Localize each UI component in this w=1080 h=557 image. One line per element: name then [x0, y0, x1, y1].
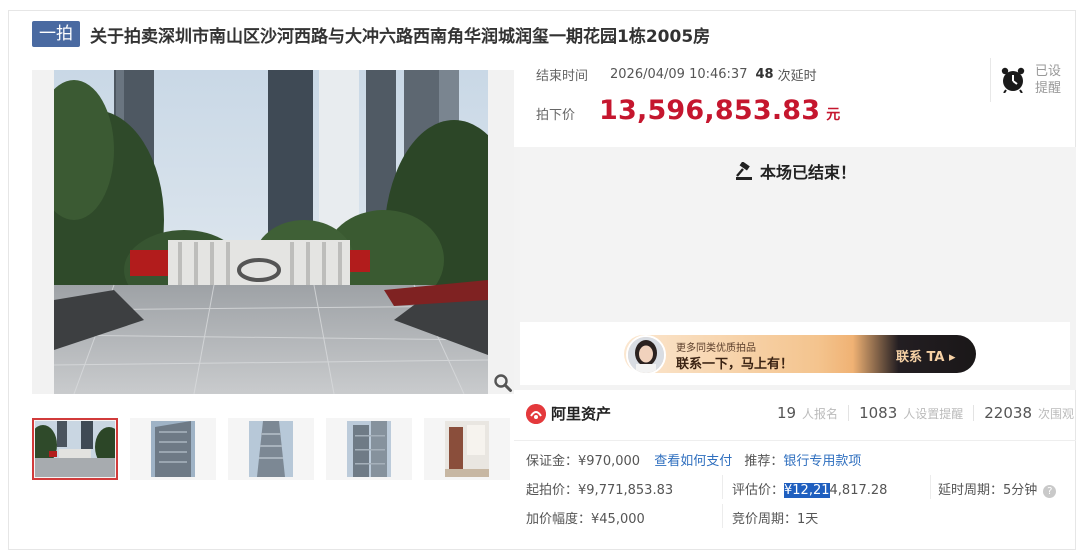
delay-label: 次延时	[777, 69, 817, 84]
stats-divider	[848, 405, 850, 421]
gavel-icon	[735, 162, 752, 180]
delay-count: 48	[755, 67, 774, 82]
thumbnail-3[interactable]	[228, 418, 314, 480]
column-divider	[722, 504, 723, 528]
auction-details: 保证金：¥970,000 查看如何支付 推荐：银行专用款项 起拍价：¥9,771…	[514, 440, 1076, 550]
delay-period-label: 延时周期：	[938, 483, 1004, 498]
title-bar: 一拍 关于拍卖深圳市南山区沙河西路与大冲六路西南角华润城润玺一期花园1栋2005…	[32, 20, 710, 48]
appraisal-value-selected: ¥12,21	[784, 483, 830, 498]
auction-ended-text: 本场已结束！	[759, 163, 856, 182]
increment-value: ¥45,000	[591, 512, 645, 527]
final-price-label: 拍下价	[536, 108, 576, 123]
platform-name: 阿里资产	[551, 405, 612, 423]
bid-period-value: 1天	[797, 512, 819, 527]
views-label: 次围观	[1037, 407, 1074, 421]
promo-subtitle: 更多同类优质拍品	[676, 343, 756, 354]
alarm-clock-icon	[1001, 67, 1025, 93]
thumbnail-image	[151, 421, 195, 477]
final-price: 13,596,853.83	[599, 95, 821, 126]
thumbnail-4[interactable]	[326, 418, 412, 480]
question-icon[interactable]: ?	[1043, 485, 1057, 498]
reminder-text: 已设 提醒	[1035, 63, 1061, 97]
bid-period-label: 竞价周期：	[732, 512, 798, 527]
start-price-label: 起拍价：	[526, 483, 579, 498]
auction-stats: 19 人报名 1083 人设置提醒 22038 次围观	[777, 404, 1074, 422]
reminders-count: 1083	[859, 404, 898, 422]
agent-avatar	[626, 335, 666, 375]
currency-unit: 元	[826, 107, 841, 123]
thumbnail-1[interactable]	[32, 418, 118, 480]
column-divider	[930, 475, 931, 499]
recommend-label: 推荐：	[744, 454, 784, 469]
thumbnail-2[interactable]	[130, 418, 216, 480]
stats-divider	[973, 405, 975, 421]
thumbnail-5[interactable]	[424, 418, 510, 480]
reminder-button[interactable]: 已设 提醒	[990, 58, 1070, 102]
thumbnail-image	[35, 421, 115, 477]
start-price-item: 起拍价：¥9,771,853.83	[526, 479, 673, 498]
auction-ended-message: 本场已结束！	[514, 159, 1076, 183]
registrants-label: 人报名	[802, 407, 839, 421]
how-to-pay-link[interactable]: 查看如何支付	[654, 454, 732, 469]
end-time-label: 结束时间	[536, 69, 589, 84]
page-title: 关于拍卖深圳市南山区沙河西路与大冲六路西南角华润城润玺一期花园1栋2005房	[90, 26, 711, 47]
promo-banner[interactable]: 更多同类优质拍品 联系一下，马上有！ 联系 TA ▸	[520, 322, 1070, 385]
views-count: 22038	[984, 404, 1032, 422]
increment-item: 加价幅度：¥45,000	[526, 508, 645, 527]
thumbnail-strip	[32, 418, 522, 480]
bank-payment-link[interactable]: 银行专用款项	[783, 454, 861, 469]
agent-photo	[628, 337, 664, 373]
auction-round-badge: 一拍	[32, 21, 80, 47]
delay-period-item: 延时周期：5分钟?	[938, 479, 1057, 498]
contact-button[interactable]: 联系 TA ▸	[896, 346, 956, 365]
ali-assets-logo-icon	[526, 403, 546, 424]
appraisal-item: 评估价：¥12,214,817.28	[732, 479, 887, 498]
reminder-text-line1: 已设	[1035, 64, 1062, 79]
bid-period-item: 竞价周期：1天	[732, 508, 818, 527]
deposit-item: 保证金：¥970,000 查看如何支付 推荐：银行专用款项	[526, 450, 861, 469]
delay-period-value: 5分钟	[1003, 483, 1038, 498]
appraisal-value-rest: 4,817.28	[829, 483, 888, 498]
final-price-row: 拍下价 13,596,853.83 元	[536, 95, 840, 126]
end-time-row: 结束时间 2026/04/09 10:46:37 48 次延时	[536, 65, 817, 84]
start-price-value: ¥9,771,853.83	[578, 483, 674, 498]
column-divider	[722, 475, 723, 499]
magnifier-icon[interactable]	[493, 373, 513, 393]
registrants-count: 19	[776, 404, 797, 422]
appraisal-label: 评估价：	[732, 483, 785, 498]
promo-title: 联系一下，马上有！	[676, 357, 794, 372]
deposit-label: 保证金：	[526, 454, 579, 469]
main-photo[interactable]	[32, 70, 514, 394]
platform-stats-row: 阿里资产 19 人报名 1083 人设置提醒 22038 次围观	[514, 390, 1076, 440]
end-time-value: 2026/04/09 10:46:37	[610, 67, 748, 82]
thumbnail-image	[249, 421, 293, 477]
reminder-text-line2: 提醒	[1035, 81, 1062, 96]
thumbnail-image	[347, 421, 391, 477]
property-photo	[54, 70, 488, 394]
deposit-value: ¥970,000	[578, 454, 641, 469]
thumbnail-image	[445, 421, 489, 477]
increment-label: 加价幅度：	[526, 512, 592, 527]
platform-brand[interactable]: 阿里资产	[526, 403, 611, 424]
reminders-label: 人设置提醒	[903, 407, 964, 421]
